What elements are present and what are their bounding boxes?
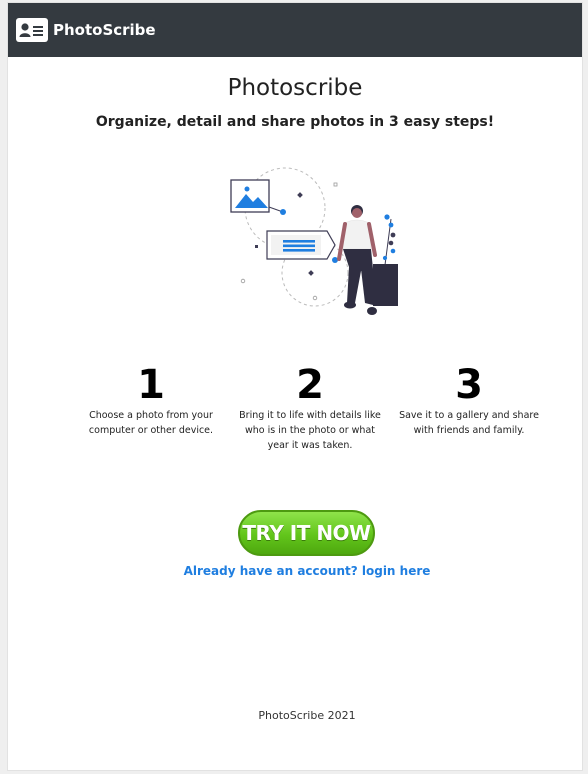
footer-text: PhotoScribe 2021: [258, 709, 356, 722]
page-frame: PhotoScribe Photoscribe Organize, detail…: [8, 3, 582, 770]
step-number: 3: [455, 362, 483, 408]
try-it-now-label: TRY IT NOW: [242, 521, 371, 545]
step-number: 2: [296, 362, 324, 408]
step-description: Choose a photo from your computer or oth…: [88, 410, 214, 436]
step-number: 1: [137, 362, 165, 408]
steps-row: 1 Choose a photo from your computer or o…: [76, 364, 544, 453]
login-link[interactable]: Already have an account? login here: [8, 564, 588, 578]
contact-card-icon: [16, 18, 48, 42]
hero-illustration: [215, 163, 405, 323]
step-2: 2 Bring it to life with details like who…: [235, 364, 385, 453]
page-title: Photoscribe: [227, 75, 363, 101]
step-description: Save it to a gallery and share with frie…: [399, 410, 539, 436]
brand-name: PhotoScribe: [53, 21, 156, 39]
try-it-now-button[interactable]: TRY IT NOW: [238, 510, 375, 556]
navbar: PhotoScribe: [8, 3, 582, 57]
step-1: 1 Choose a photo from your computer or o…: [76, 364, 226, 453]
step-description: Bring it to life with details like who i…: [239, 410, 381, 451]
step-3: 3 Save it to a gallery and share with fr…: [394, 364, 544, 453]
brand-link[interactable]: PhotoScribe: [16, 18, 156, 42]
page-subtitle: Organize, detail and share photos in 3 e…: [95, 114, 495, 130]
